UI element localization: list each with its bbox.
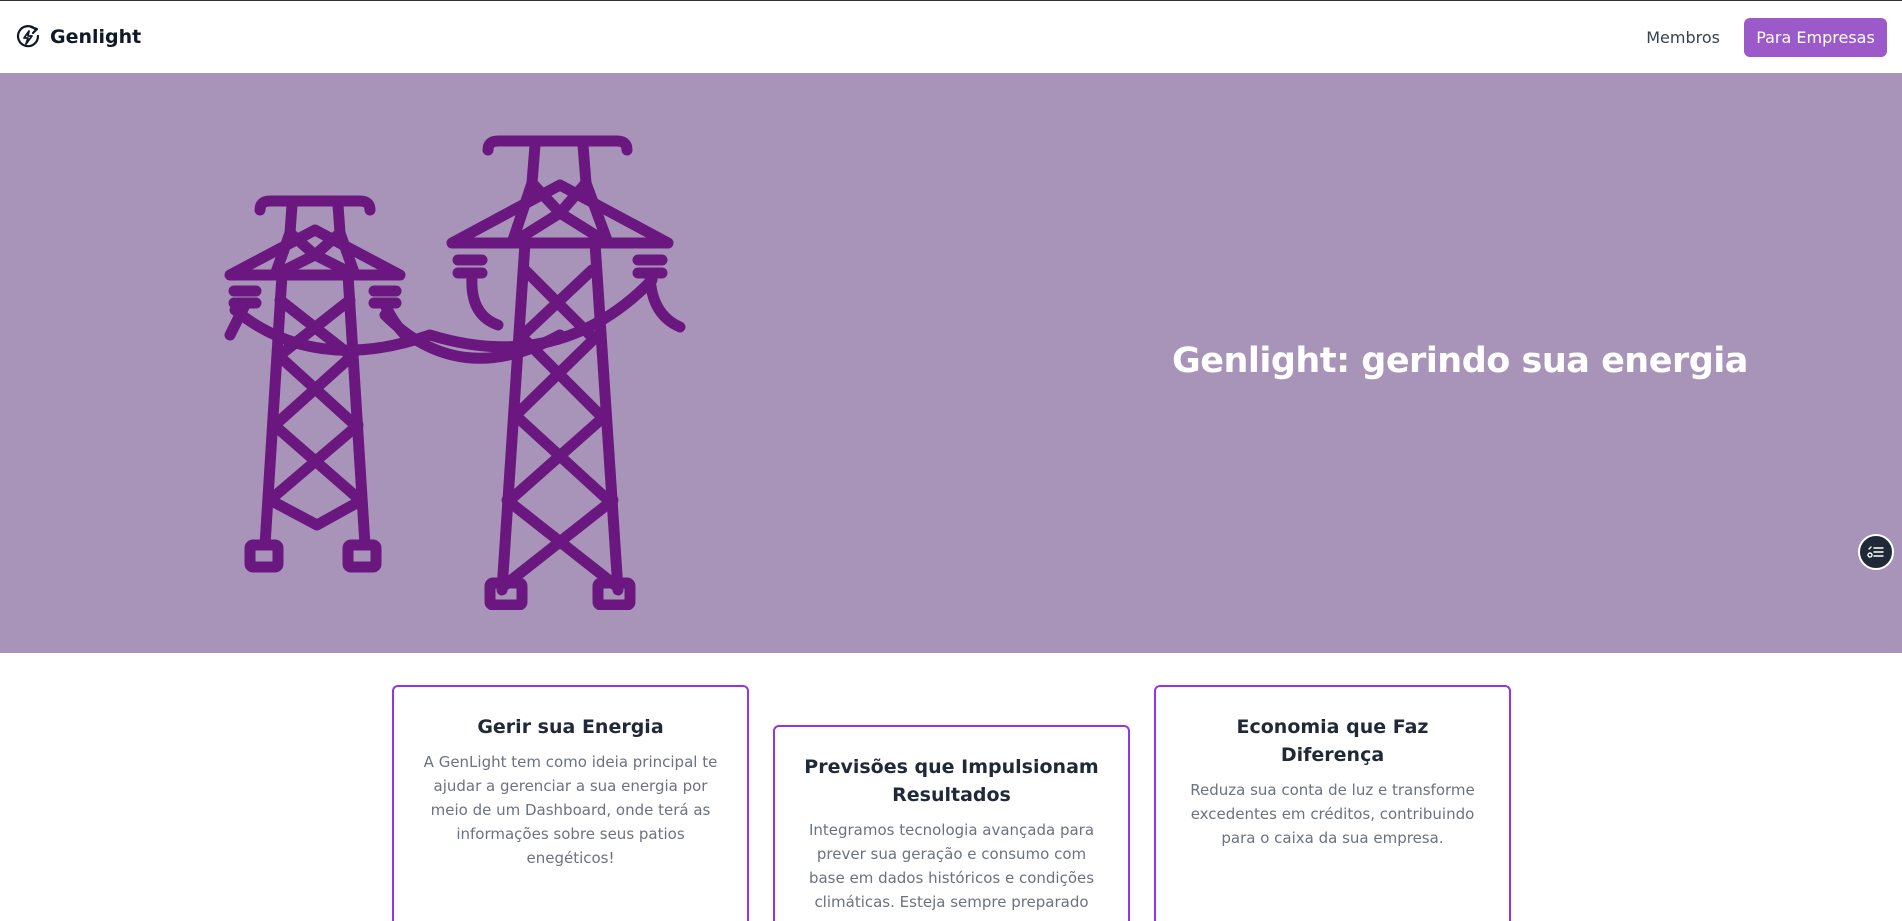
transmission-towers-icon (224, 135, 686, 610)
accessibility-menu-button[interactable] (1858, 534, 1894, 570)
feature-card-forecasts: Previsões que Impulsionam Resultados Int… (773, 725, 1130, 921)
feature-title: Economia que Faz Diferença (1236, 716, 1429, 766)
feature-text: Reduza sua conta de luz e transforme exc… (1190, 781, 1475, 847)
site-header: Genlight Membros Para Empresas (0, 1, 1902, 73)
feature-text: Integramos tecnologia avançada para prev… (808, 821, 1095, 911)
hero-banner: Genlight: gerindo sua energia (0, 73, 1902, 653)
power-logo-icon (16, 25, 40, 48)
feature-title: Previsões que Impulsionam Resultados (804, 756, 1099, 806)
nav-link-members[interactable]: Membros (1646, 28, 1720, 47)
feature-card-manage-energy: Gerir sua Energia A GenLight tem como id… (392, 685, 749, 921)
toggle-list-icon (1867, 546, 1884, 558)
hero-title: Genlight: gerindo sua energia (1172, 341, 1748, 381)
feature-text: A GenLight tem como ideia principal te a… (423, 753, 718, 867)
feature-title: Gerir sua Energia (477, 716, 664, 738)
brand-name: Genlight (50, 26, 142, 48)
for-business-button[interactable]: Para Empresas (1744, 18, 1887, 57)
brand-logo-link[interactable]: Genlight (14, 23, 141, 51)
feature-card-savings: Economia que Faz Diferença Reduza sua co… (1154, 685, 1511, 921)
